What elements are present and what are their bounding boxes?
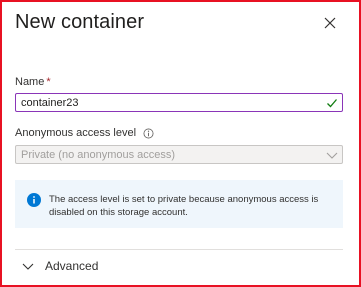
checkmark-icon: [327, 99, 337, 108]
chevron-down-icon: [326, 152, 338, 159]
close-icon[interactable]: [322, 15, 338, 31]
advanced-label: Advanced: [45, 259, 99, 273]
info-message-text: The access level is set to private becau…: [49, 194, 319, 218]
chevron-down-icon: [22, 263, 34, 270]
info-filled-icon: [27, 193, 41, 207]
name-input-value: container23: [21, 97, 79, 109]
access-level-label: Anonymous access level: [15, 127, 154, 139]
highlight-frame: [0, 0, 361, 287]
name-label: Name *: [15, 76, 51, 88]
required-marker: *: [46, 76, 51, 88]
advanced-toggle[interactable]: Advanced: [15, 256, 343, 276]
panel-title: New container: [15, 11, 145, 33]
name-input[interactable]: container23: [15, 93, 343, 112]
access-level-label-text: Anonymous access level: [15, 127, 137, 139]
section-divider: [15, 249, 343, 250]
info-message-bar: The access level is set to private becau…: [15, 180, 343, 228]
access-level-value: Private (no anonymous access): [21, 149, 176, 161]
access-level-select[interactable]: Private (no anonymous access): [15, 145, 343, 164]
name-label-text: Name: [15, 76, 45, 88]
info-icon[interactable]: [143, 128, 154, 139]
